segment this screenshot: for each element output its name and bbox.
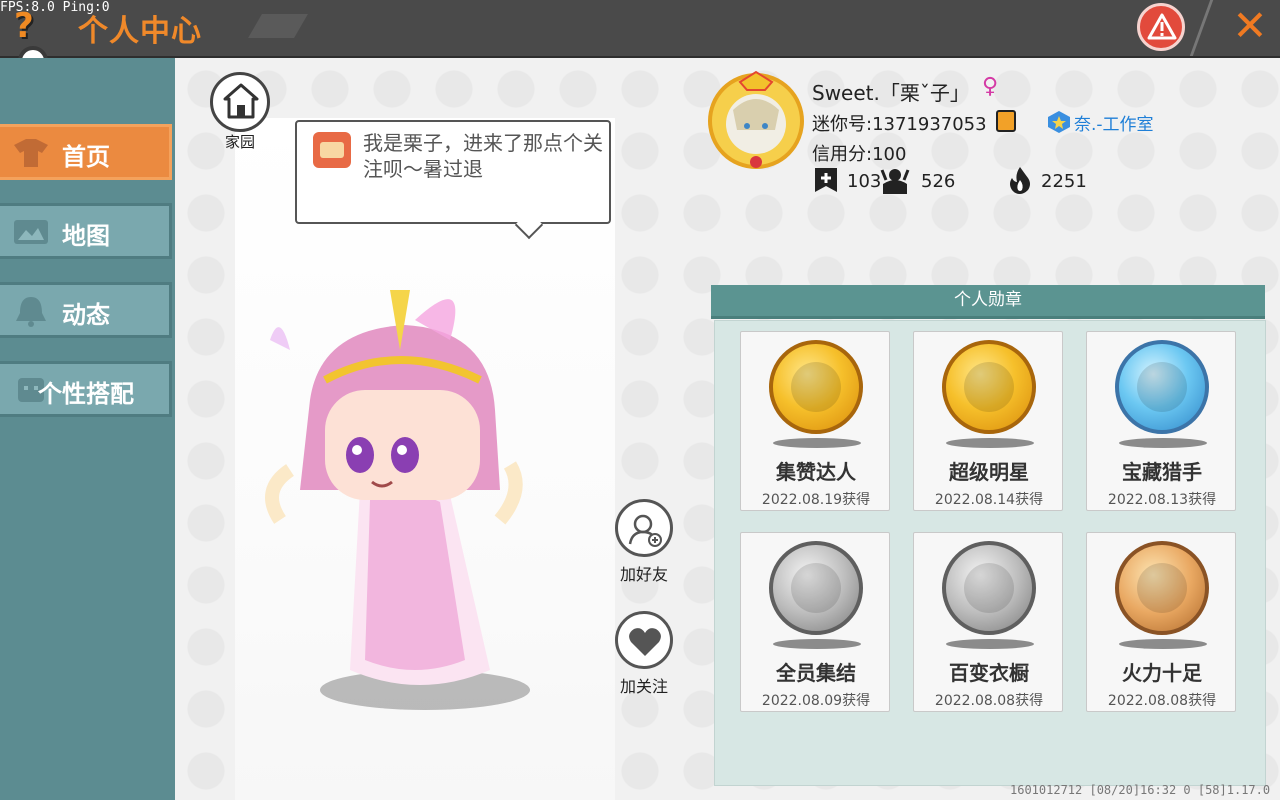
medal-date: 2022.08.19获得 [761, 492, 871, 508]
signature-bubble: 我是栗子，进来了那点个关注呗～暑过退 [295, 120, 611, 224]
medal-icon [769, 541, 863, 635]
medals-title: 个人勋章 [954, 290, 1022, 310]
home-label: 家园 [224, 133, 255, 151]
medal-shadow [1119, 639, 1207, 649]
header-decoration [248, 14, 308, 38]
copy-icon[interactable] [996, 110, 1016, 132]
fans-icon [880, 169, 910, 194]
medal-emblem [1137, 563, 1187, 613]
medal-icon [1115, 340, 1209, 434]
stat-value: 526 [921, 171, 956, 192]
player-avatar-figure [265, 290, 530, 710]
medal-date: 2022.08.08获得 [934, 693, 1044, 709]
add-icon [815, 168, 837, 192]
warning-icon [1147, 13, 1177, 40]
signature-text: 我是栗子，进来了那点个关注呗～暑过退 [363, 131, 603, 181]
add-friend-icon [628, 514, 662, 547]
medal-shadow [1119, 438, 1207, 448]
sidebar: 首页 地图 动态 个性搭配 [0, 58, 175, 800]
add-friend-button[interactable] [615, 499, 673, 557]
medal-date: 2022.08.13获得 [1107, 492, 1217, 508]
close-button[interactable]: ✕ [1228, 4, 1272, 48]
medal-emblem [791, 563, 841, 613]
heart-icon [629, 628, 661, 656]
sidebar-item-outfit[interactable]: 个性搭配 [0, 361, 172, 417]
sidebar-item-label: 首页 [62, 143, 110, 171]
medal-date: 2022.08.14获得 [934, 492, 1044, 508]
medal-card[interactable]: 百变衣橱 2022.08.08获得 [913, 532, 1063, 712]
medal-shadow [773, 639, 861, 649]
medal-card[interactable]: 超级明星 2022.08.14获得 [913, 331, 1063, 511]
medal-date: 2022.08.08获得 [1107, 693, 1217, 709]
profile-name: Sweet.「栗ˇ子」 [812, 81, 970, 105]
medal-icon [1115, 541, 1209, 635]
studio-badge-icon [1048, 111, 1070, 133]
build-info: 1601012712 [08/20]16:32 0 [58]1.17.0 [1010, 783, 1271, 797]
page-title: 个人中心 [78, 14, 202, 49]
sidebar-item-label: 个性搭配 [38, 380, 134, 408]
medal-card[interactable]: 宝藏猎手 2022.08.13获得 [1086, 331, 1236, 511]
header-divider [1189, 0, 1214, 56]
studio-link[interactable]: 奈.-工作室 [1074, 110, 1154, 135]
medal-emblem [964, 563, 1014, 613]
medal-emblem [791, 362, 841, 412]
sidebar-item-home[interactable]: 首页 [0, 124, 172, 180]
home-button[interactable] [210, 72, 270, 132]
medal-shadow [773, 438, 861, 448]
add-friend-label: 加好友 [619, 565, 668, 584]
medals-header: 个人勋章 [711, 285, 1265, 319]
medal-name: 宝藏猎手 [1122, 460, 1202, 484]
follow-button[interactable] [615, 611, 673, 669]
medal-card[interactable]: 全员集结 2022.08.09获得 [740, 532, 890, 712]
sidebar-item-feed[interactable]: 动态 [0, 282, 172, 338]
medal-icon [942, 541, 1036, 635]
medal-card[interactable]: 火力十足 2022.08.08获得 [1086, 532, 1236, 712]
sidebar-item-map[interactable]: 地图 [0, 203, 172, 259]
sidebar-item-label: 地图 [62, 222, 110, 250]
medal-name: 超级明星 [949, 460, 1029, 484]
medal-name: 全员集结 [776, 661, 856, 685]
medal-date: 2022.08.09获得 [761, 693, 871, 709]
message-icon [313, 132, 351, 168]
medal-shadow [946, 639, 1034, 649]
female-icon: ♀ [982, 74, 999, 99]
medal-icon [769, 340, 863, 434]
credit-score: 信用分:100 [812, 144, 907, 165]
medal-shadow [946, 438, 1034, 448]
mini-id: 迷你号:1371937053 [812, 114, 987, 135]
medal-card[interactable]: 集赞达人 2022.08.19获得 [740, 331, 890, 511]
stat-value: 103 [847, 171, 882, 192]
sidebar-item-label: 动态 [62, 301, 110, 329]
medal-emblem [1137, 362, 1187, 412]
stat-value: 2251 [1041, 171, 1087, 192]
report-button[interactable] [1137, 3, 1185, 51]
house-icon [223, 83, 259, 119]
medal-emblem [964, 362, 1014, 412]
follow-label: 加关注 [619, 677, 668, 696]
medal-name: 百变衣橱 [949, 661, 1029, 685]
profile-avatar[interactable] [705, 70, 807, 172]
medal-icon [942, 340, 1036, 434]
medal-name: 火力十足 [1122, 661, 1202, 685]
fire-icon [1010, 167, 1030, 194]
medal-name: 集赞达人 [776, 460, 856, 484]
